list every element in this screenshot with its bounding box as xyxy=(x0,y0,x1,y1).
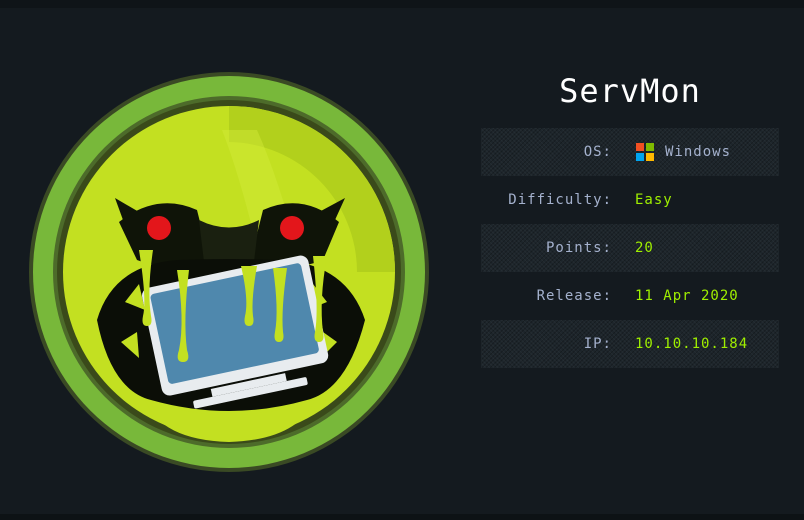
machine-name-title: ServMon xyxy=(559,72,701,110)
top-strip xyxy=(0,0,804,8)
machine-avatar-badge xyxy=(27,70,431,474)
info-row-os: OS: Windows xyxy=(481,128,779,176)
os-value: Windows xyxy=(635,142,731,162)
monster-logo-icon xyxy=(29,72,429,472)
info-row-release: Release: 11 Apr 2020 xyxy=(481,272,779,320)
points-value: 20 xyxy=(635,240,654,256)
release-value: 11 Apr 2020 xyxy=(635,288,739,304)
os-label: OS: xyxy=(583,144,612,160)
ip-label: IP: xyxy=(583,336,612,352)
machine-info-table: OS: Windows Difficulty: Easy Points: 20 … xyxy=(481,128,779,368)
os-value-text: Windows xyxy=(665,144,732,160)
bottom-strip xyxy=(0,514,804,520)
info-row-points: Points: 20 xyxy=(481,224,779,272)
difficulty-value: Easy xyxy=(635,192,673,208)
release-label: Release: xyxy=(536,288,612,304)
info-row-ip: IP: 10.10.10.184 xyxy=(481,320,779,368)
points-label: Points: xyxy=(545,240,612,256)
ip-value: 10.10.10.184 xyxy=(635,336,749,352)
windows-logo-icon xyxy=(635,142,655,162)
info-row-difficulty: Difficulty: Easy xyxy=(481,176,779,224)
difficulty-label: Difficulty: xyxy=(508,192,612,208)
